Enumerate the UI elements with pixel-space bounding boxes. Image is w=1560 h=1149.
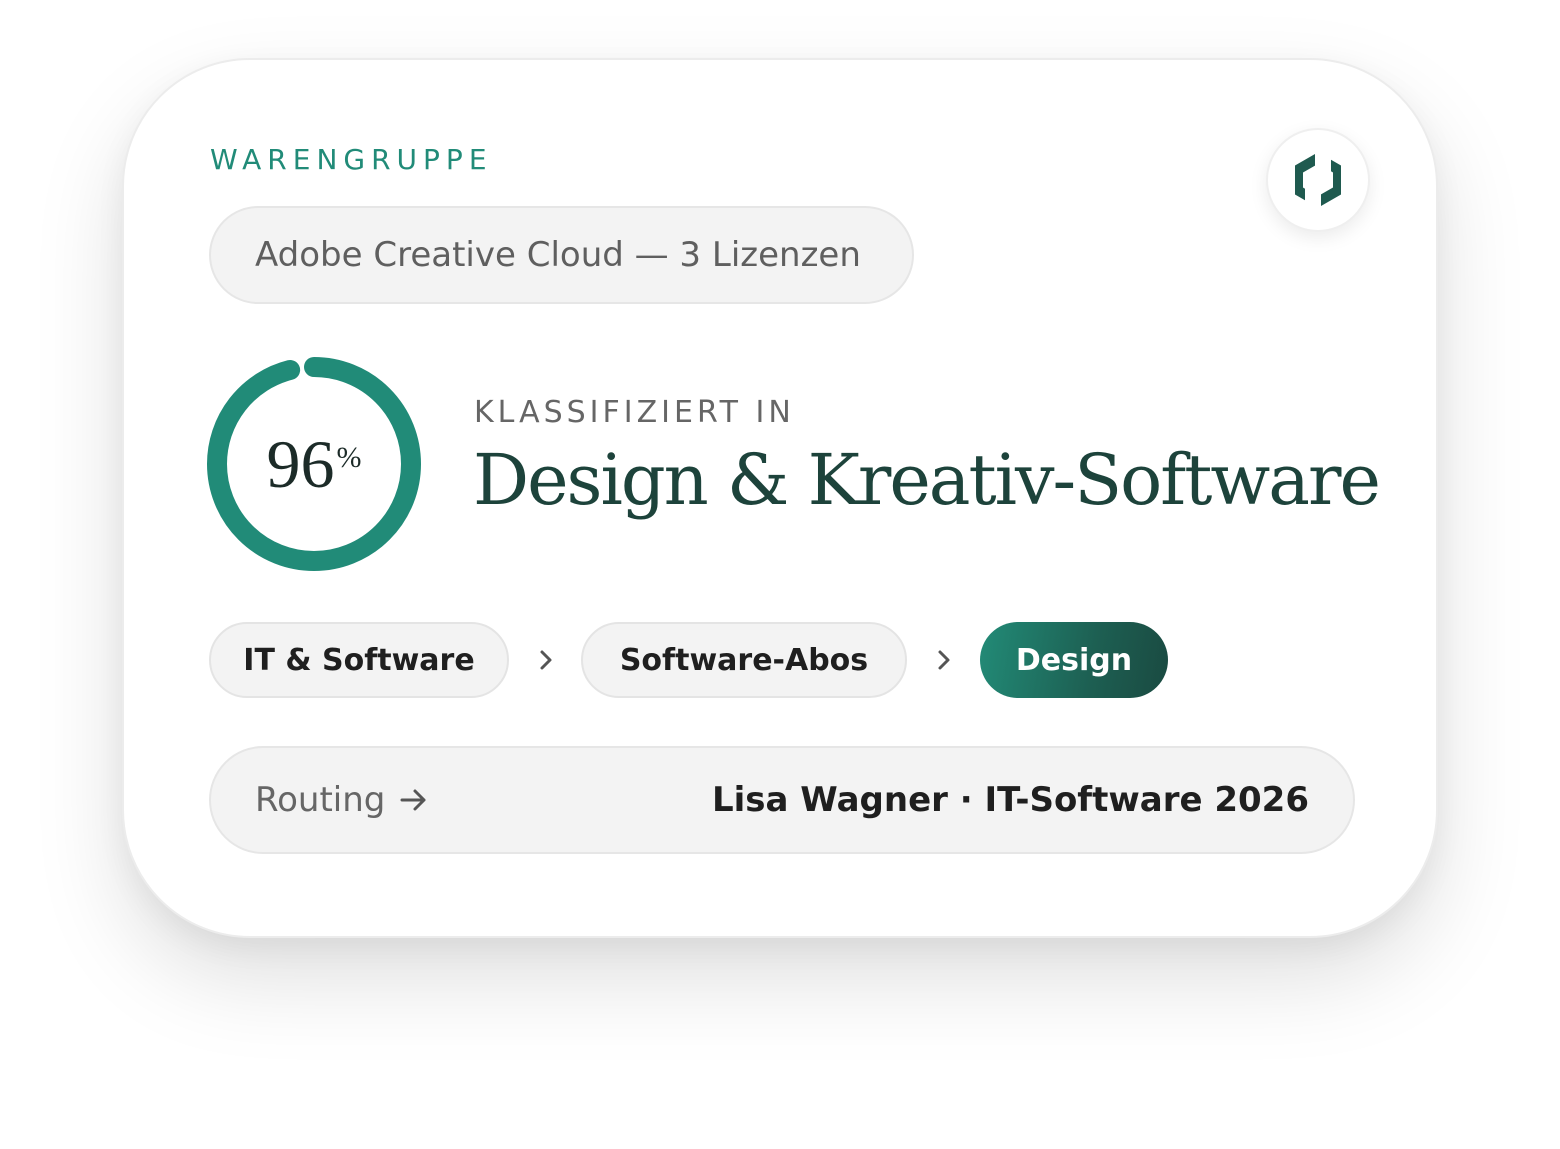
confidence-number: 96 bbox=[266, 426, 335, 502]
section-label: WARENGRUPPE bbox=[210, 143, 493, 176]
confidence-value: 96% bbox=[206, 356, 422, 572]
chevron-right-icon bbox=[540, 650, 552, 670]
arrow-right-icon bbox=[400, 789, 426, 811]
product-pill: Adobe Creative Cloud — 3 Lizenzen bbox=[209, 206, 914, 304]
breadcrumb-item-design[interactable]: Design bbox=[980, 622, 1168, 698]
hexagon-bracket-logo-icon bbox=[1295, 154, 1341, 206]
routing-value: Lisa Wagner · IT-Software 2026 bbox=[711, 780, 1309, 820]
confidence-unit: % bbox=[336, 441, 362, 474]
category-title: Design & Kreativ-Software bbox=[473, 439, 1381, 521]
classification-card: WARENGRUPPE Adobe Creative Cloud — 3 Liz… bbox=[122, 58, 1438, 938]
routing-label-group: Routing bbox=[255, 780, 429, 820]
routing-bar[interactable]: Routing Lisa Wagner · IT-Software 2026 bbox=[209, 746, 1355, 854]
routing-label: Routing bbox=[255, 780, 386, 820]
chevron-right-icon bbox=[938, 650, 950, 670]
breadcrumb-item-software-abos[interactable]: Software-Abos bbox=[581, 622, 907, 698]
classified-label: KLASSIFIZIERT IN bbox=[474, 395, 795, 430]
breadcrumb-item-it-software[interactable]: IT & Software bbox=[209, 622, 509, 698]
logo-button[interactable] bbox=[1266, 128, 1370, 232]
